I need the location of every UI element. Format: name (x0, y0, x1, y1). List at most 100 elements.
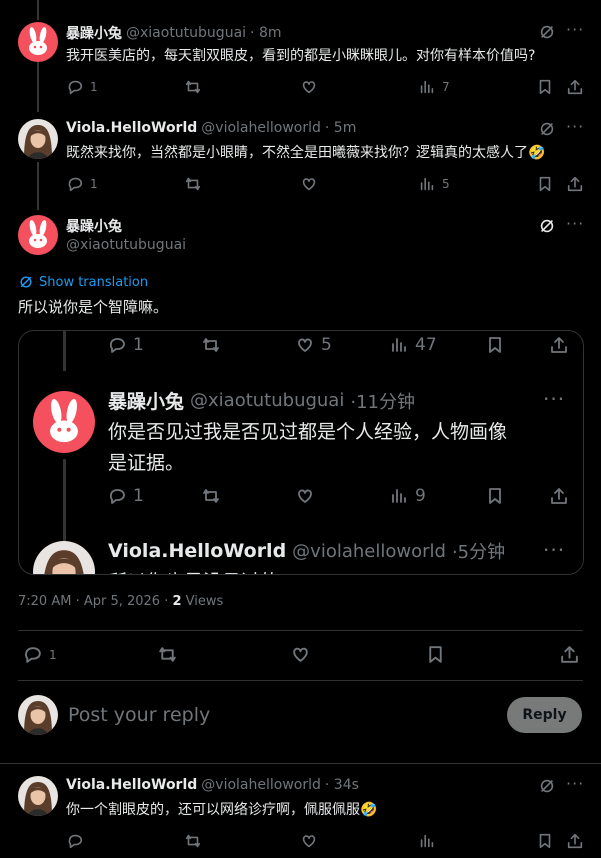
share-icon (561, 646, 578, 663)
post-text: 我开医美店的，每天割双眼皮，看到的都是小眯眯眼儿。对你有样本价值吗? (66, 48, 536, 64)
share-button[interactable] (566, 832, 584, 850)
views-button[interactable]: 5 (418, 175, 450, 193)
avatar-viola[interactable] (18, 695, 58, 735)
avatar-rabbit (33, 391, 95, 453)
bookmark-button (485, 486, 505, 506)
bookmark-icon (539, 833, 551, 849)
bookmark-button[interactable] (536, 175, 554, 193)
portrait-icon (24, 701, 52, 735)
portrait-icon (24, 782, 52, 816)
share-button[interactable] (566, 78, 584, 96)
share-button[interactable] (566, 175, 584, 193)
reply-count: 1 (49, 647, 57, 662)
more-icon[interactable]: ··· (566, 214, 584, 233)
like-icon (293, 647, 308, 662)
retweet-button[interactable] (184, 78, 202, 96)
grok-icon[interactable] (538, 777, 556, 799)
grok-icon[interactable] (538, 23, 556, 45)
bookmark-button[interactable] (536, 832, 554, 850)
more-icon[interactable]: ··· (566, 117, 584, 136)
user-handle[interactable]: @violahelloworld (201, 120, 321, 136)
reply-icon (109, 489, 125, 504)
quoted-image[interactable]: 1 5 47 暴躁小兔 @xiaotutubuguai ·11分钟 ··· 你是… (18, 330, 584, 575)
more-icon[interactable]: ··· (566, 774, 584, 793)
like-button[interactable] (300, 78, 318, 96)
reply-icon (25, 647, 41, 663)
user-handle[interactable]: @xiaotutubuguai (126, 25, 246, 41)
like-button[interactable] (300, 175, 318, 193)
quoted-post-header: 暴躁小兔 @xiaotutubuguai ·11分钟 (108, 387, 415, 414)
post-time[interactable]: · 5m (325, 120, 356, 136)
views-button[interactable] (418, 832, 436, 850)
user-handle[interactable]: @violahelloworld (201, 777, 321, 793)
like-button[interactable] (290, 644, 311, 665)
user-handle[interactable]: @xiaotutubuguai (66, 237, 186, 253)
views-icon (420, 80, 434, 94)
reply-count: 1 (90, 80, 98, 94)
share-icon (567, 833, 583, 849)
reply-button[interactable] (66, 832, 84, 850)
quoted-post-header: Viola.HelloWorld @violahelloworld ·5分钟 (108, 538, 505, 564)
post-time[interactable]: · 34s (325, 777, 359, 793)
display-name[interactable]: 暴躁小兔 (66, 216, 122, 236)
avatar-rabbit[interactable] (18, 22, 58, 62)
share-icon (551, 337, 567, 353)
reply-icon (68, 834, 83, 849)
reply-submit-button[interactable]: Reply (507, 697, 582, 733)
bookmark-icon (429, 646, 442, 663)
views-icon (420, 834, 434, 848)
user-handle: @xiaotutubuguai (190, 390, 345, 411)
bookmark-button[interactable] (425, 644, 446, 665)
bookmark-button[interactable] (536, 78, 554, 96)
bookmark-icon (539, 79, 551, 95)
retweet-icon (203, 338, 219, 352)
share-button (549, 486, 569, 506)
reply-button[interactable]: 1 (22, 644, 57, 665)
retweet-button[interactable] (184, 832, 202, 850)
display-name[interactable]: Viola.HelloWorld (66, 777, 197, 793)
like-button[interactable] (300, 832, 318, 850)
thread-line (63, 331, 66, 371)
post-time[interactable]: · 8m (250, 25, 281, 41)
avatar-viola[interactable] (18, 776, 58, 816)
display-name[interactable]: 暴躁小兔 (66, 23, 122, 43)
post-time: ·11分钟 (350, 391, 415, 413)
reply-button: 1 (107, 486, 144, 506)
bookmark-button (485, 335, 505, 355)
display-name[interactable]: Viola.HelloWorld (66, 120, 197, 136)
reply-button[interactable]: 1 (66, 78, 98, 96)
portrait-icon (24, 125, 52, 159)
retweet-button[interactable] (157, 644, 178, 665)
show-translation-link[interactable]: Show translation (18, 274, 148, 290)
retweet-button[interactable] (184, 175, 202, 193)
display-name: 暴躁小兔 (108, 391, 185, 413)
more-icon[interactable]: ··· (566, 20, 584, 39)
user-handle: @violahelloworld (292, 540, 446, 562)
reply-icon (109, 338, 125, 353)
retweet-button (201, 486, 221, 506)
reply-button[interactable]: 1 (66, 175, 98, 193)
main-post-text: 所以说你是个智障嘛。 (18, 298, 169, 316)
views-count: 47 (415, 335, 437, 355)
share-button[interactable] (559, 644, 580, 665)
timestamp-text[interactable]: 7:20 AM · Apr 5, 2026 · (18, 594, 172, 609)
reply-count: 1 (133, 335, 144, 355)
avatar-rabbit[interactable] (18, 215, 58, 255)
grok-icon[interactable] (538, 120, 556, 142)
thread-line (37, 62, 39, 112)
views-button: 9 (389, 486, 426, 506)
views-button[interactable]: 7 (418, 78, 450, 96)
post-header: 暴躁小兔 @xiaotutubuguai · 8m (66, 23, 282, 43)
like-icon (302, 81, 316, 94)
views-label: Views (181, 594, 224, 609)
display-name: Viola.HelloWorld (108, 540, 287, 562)
share-icon (567, 176, 583, 192)
avatar-viola[interactable] (18, 119, 58, 159)
post-text: 既然来找你，当然都是小眼睛，不然全是田曦薇来找你？逻辑真的太感人了🤣 (66, 145, 546, 161)
retweet-icon (203, 489, 219, 503)
retweet-button (201, 335, 221, 355)
reply-input[interactable]: Post your reply (68, 704, 488, 726)
reply-icon (68, 177, 83, 192)
grok-icon[interactable] (538, 217, 556, 239)
quoted-post-text-partial: 所以你也是没见过的 (108, 567, 279, 574)
